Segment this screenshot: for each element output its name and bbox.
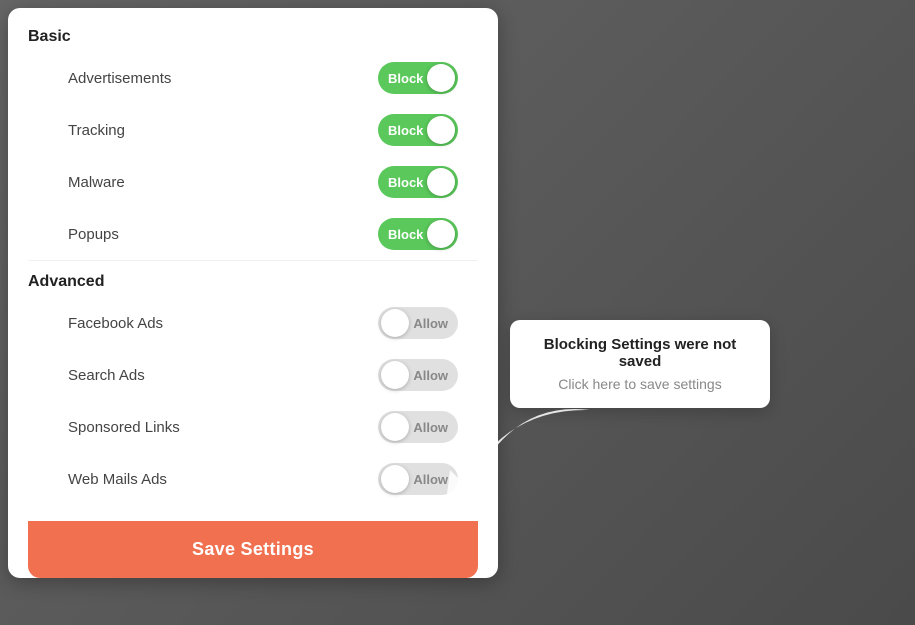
malware-row: Malware Block <box>28 156 478 208</box>
popups-toggle-label: Block <box>388 227 423 242</box>
facebook-ads-label: Facebook Ads <box>68 315 163 332</box>
advertisements-toggle[interactable]: Block <box>378 62 458 94</box>
facebook-ads-toggle-knob <box>381 309 409 337</box>
malware-label: Malware <box>68 174 125 191</box>
arrow-container <box>430 390 610 530</box>
facebook-ads-toggle-wrap[interactable]: Allow <box>378 307 458 339</box>
search-ads-toggle[interactable]: Allow <box>378 359 458 391</box>
advertisements-row: Advertisements Block <box>28 52 478 104</box>
section-divider <box>28 260 478 261</box>
web-mails-ads-label: Web Mails Ads <box>68 471 167 488</box>
basic-section-title: Basic <box>28 28 478 46</box>
advertisements-toggle-label: Block <box>388 71 423 86</box>
popups-toggle-wrap[interactable]: Block <box>378 218 458 250</box>
search-ads-toggle-label: Allow <box>413 368 448 383</box>
settings-panel: Basic Advertisements Block Tracking Bloc… <box>8 8 498 578</box>
advertisements-toggle-wrap[interactable]: Block <box>378 62 458 94</box>
malware-toggle-label: Block <box>388 175 423 190</box>
web-mails-ads-row: Web Mails Ads Allow <box>28 453 478 505</box>
malware-toggle[interactable]: Block <box>378 166 458 198</box>
tracking-toggle-wrap[interactable]: Block <box>378 114 458 146</box>
tracking-toggle-knob <box>427 116 455 144</box>
search-ads-row: Search Ads Allow <box>28 349 478 401</box>
tracking-label: Tracking <box>68 122 125 139</box>
tracking-row: Tracking Block <box>28 104 478 156</box>
advertisements-toggle-knob <box>427 64 455 92</box>
popups-row: Popups Block <box>28 208 478 260</box>
save-settings-button[interactable]: Save Settings <box>28 521 478 578</box>
search-ads-toggle-knob <box>381 361 409 389</box>
malware-toggle-wrap[interactable]: Block <box>378 166 458 198</box>
tracking-toggle-label: Block <box>388 123 423 138</box>
popups-label: Popups <box>68 226 119 243</box>
advertisements-label: Advertisements <box>68 70 171 87</box>
web-mails-ads-toggle-knob <box>381 465 409 493</box>
sponsored-links-row: Sponsored Links Allow <box>28 401 478 453</box>
search-ads-label: Search Ads <box>68 367 145 384</box>
popups-toggle-knob <box>427 220 455 248</box>
popups-toggle[interactable]: Block <box>378 218 458 250</box>
tracking-toggle[interactable]: Block <box>378 114 458 146</box>
sponsored-links-label: Sponsored Links <box>68 419 180 436</box>
facebook-ads-row: Facebook Ads Allow <box>28 297 478 349</box>
tooltip-title: Blocking Settings were not saved <box>530 336 750 370</box>
malware-toggle-knob <box>427 168 455 196</box>
search-ads-toggle-wrap[interactable]: Allow <box>378 359 458 391</box>
sponsored-links-toggle-knob <box>381 413 409 441</box>
arrow-icon <box>430 390 610 530</box>
facebook-ads-toggle-label: Allow <box>413 316 448 331</box>
advanced-section-title: Advanced <box>28 273 478 291</box>
facebook-ads-toggle[interactable]: Allow <box>378 307 458 339</box>
